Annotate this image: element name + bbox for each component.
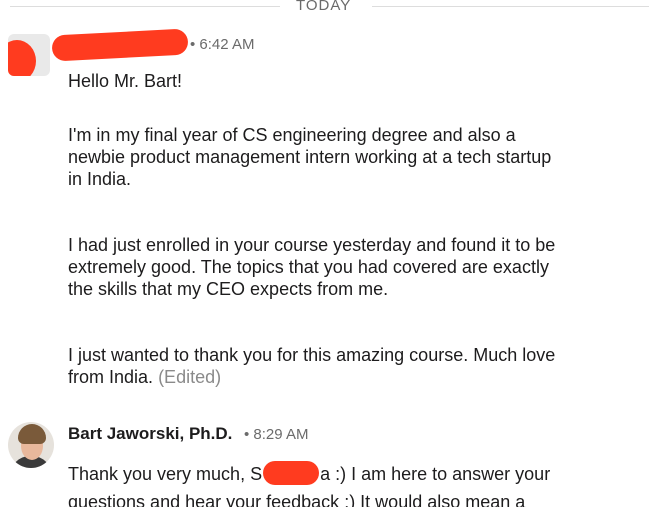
avatar-hair [18,424,46,444]
message-text: a :) I am here to answer your [320,464,551,484]
avatar[interactable] [8,422,54,468]
message-line: questions and hear your feedback :) It w… [68,488,638,507]
message-text: I just wanted to thank you for this amaz… [68,345,556,387]
message-thread: TODAY • 6:42 AM Hello Mr. Bart! I'm in m… [0,0,649,507]
message-paragraph: Hello Mr. Bart! [68,71,183,91]
avatar[interactable] [8,34,50,76]
redaction-mark [263,461,320,485]
sender-name-redacted[interactable] [51,28,189,62]
day-divider: TODAY [0,0,649,18]
divider-line-left [10,6,280,7]
redaction-mark [8,40,36,76]
message-line: Thank you very much, S a :) I am here to … [68,460,638,488]
message-body: Thank you very much, S a :) I am here to … [68,460,638,507]
divider-line-right [372,6,649,7]
message-paragraph-last: I just wanted to thank you for this amaz… [68,344,568,388]
message-text: Thank you very much, S [68,464,263,484]
message-paragraph: I'm in my final year of CS engineering d… [68,125,552,189]
message-timestamp[interactable]: • 6:42 AM [190,36,254,53]
message-text: questions and hear your feedback :) It w… [68,492,526,507]
day-divider-label: TODAY [296,0,352,14]
sender-name[interactable]: Bart Jaworski, Ph.D. [68,424,232,444]
edited-label: (Edited) [158,367,222,387]
message-timestamp[interactable]: • 8:29 AM [244,426,308,443]
message-paragraph: I had just enrolled in your course yeste… [68,235,556,299]
